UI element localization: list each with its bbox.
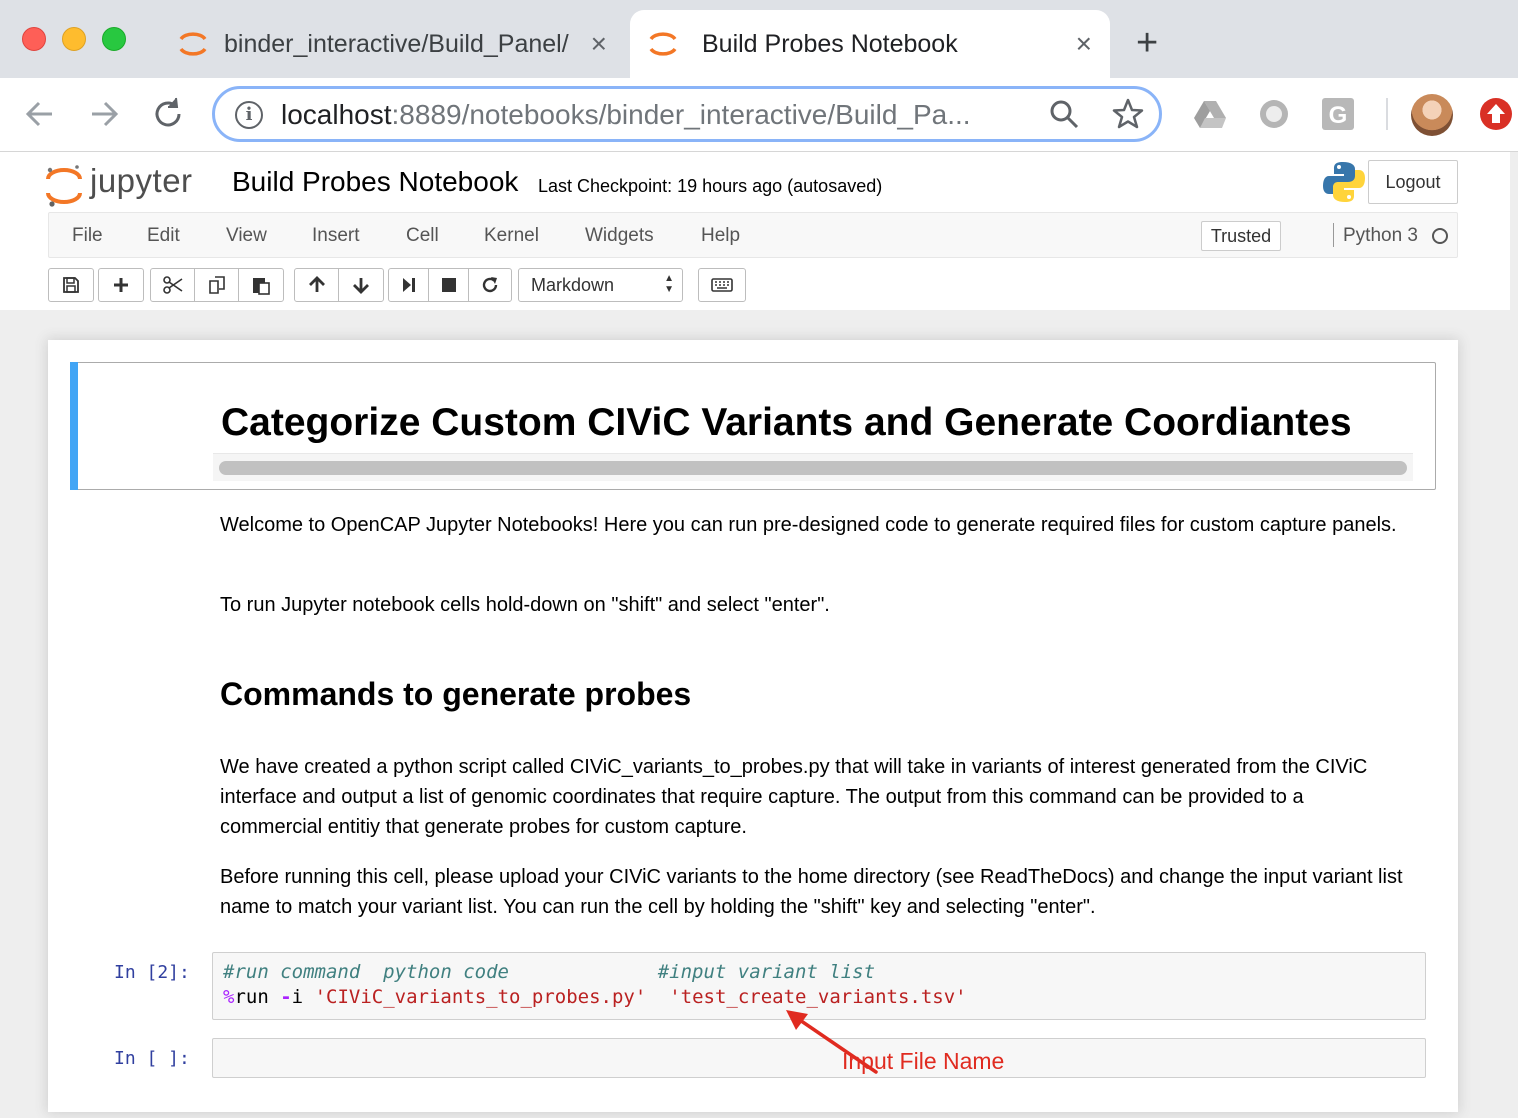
scrollbar-thumb[interactable]	[219, 461, 1407, 475]
paste-button[interactable]	[239, 269, 283, 301]
reload-icon[interactable]	[148, 94, 188, 134]
plus-icon	[114, 278, 128, 292]
restart-icon	[482, 277, 498, 293]
python-logo-icon	[1323, 162, 1365, 202]
bookmark-star-icon[interactable]	[1111, 97, 1145, 131]
save-button[interactable]	[49, 269, 93, 301]
code-line-comment: #run command python code #input variant …	[223, 961, 876, 983]
google-drive-icon[interactable]	[1192, 96, 1228, 132]
menu-cell[interactable]: Cell	[406, 225, 439, 247]
horizontal-scrollbar[interactable]	[213, 453, 1413, 481]
site-info-icon[interactable]: i	[235, 101, 263, 129]
input-prompt: In [2]:	[114, 962, 190, 983]
loom-icon[interactable]	[1256, 96, 1292, 132]
toolbar-group-save	[48, 268, 94, 302]
tab-title: Build Probes Notebook	[702, 29, 958, 58]
jupyter-favicon-icon	[179, 32, 207, 56]
notebook-heading: Categorize Custom CIViC Variants and Gen…	[221, 401, 1352, 444]
command-palette-button[interactable]	[699, 269, 745, 301]
notebook-title[interactable]: Build Probes Notebook	[232, 166, 518, 198]
profile-avatar[interactable]	[1411, 94, 1453, 136]
interrupt-button[interactable]	[429, 269, 469, 301]
toolbar-group-insert	[98, 268, 144, 302]
menu-help[interactable]: Help	[701, 225, 740, 247]
update-arrow-icon[interactable]	[1480, 98, 1512, 130]
toolbar-group-clipboard	[150, 268, 284, 302]
jupyter-logo-text[interactable]: jupyter	[90, 162, 193, 200]
menu-edit[interactable]: Edit	[147, 225, 180, 247]
menu-file[interactable]: File	[72, 225, 103, 247]
cell-selection-bar	[70, 362, 78, 490]
kernel-name[interactable]: Python 3	[1343, 225, 1418, 247]
selected-markdown-cell[interactable]: Categorize Custom CIViC Variants and Gen…	[70, 362, 1436, 490]
url-text: localhost:8889/notebooks/binder_interact…	[281, 99, 971, 130]
jupyter-header: jupyter Build Probes Notebook Last Check…	[0, 152, 1510, 310]
run-button[interactable]	[389, 269, 429, 301]
menu-insert[interactable]: Insert	[312, 225, 360, 247]
cut-button[interactable]	[151, 269, 195, 301]
kernel-idle-indicator	[1432, 228, 1448, 244]
window-minimize-button[interactable]	[62, 27, 86, 51]
address-bar[interactable]: i localhost:8889/notebooks/binder_intera…	[212, 86, 1162, 142]
kernel-divider	[1333, 223, 1334, 247]
toolbar-group-commands	[698, 268, 746, 302]
arrow-up-icon	[308, 276, 325, 292]
toolbar-group-run	[388, 268, 512, 302]
stop-icon	[441, 278, 456, 292]
instruction-paragraph: To run Jupyter notebook cells hold-down …	[220, 594, 830, 616]
tab-close-icon[interactable]: ×	[591, 30, 607, 58]
keyboard-icon	[711, 278, 733, 292]
save-icon	[63, 277, 79, 293]
back-arrow-icon[interactable]	[20, 94, 60, 134]
grammarly-icon[interactable]: G	[1320, 96, 1356, 132]
cell-type-select[interactable]: Markdown ▲ ▼	[518, 268, 683, 302]
intro-paragraph: Welcome to OpenCAP Jupyter Notebooks! He…	[220, 514, 1397, 536]
upload-instruction-paragraph: Before running this cell, please upload …	[220, 866, 1403, 918]
browser-tab-bar: binder_interactive/Build_Panel/ × Build …	[0, 0, 1518, 78]
menu-widgets[interactable]: Widgets	[585, 225, 654, 247]
toolbar-divider	[1386, 98, 1388, 130]
window-zoom-button[interactable]	[102, 27, 126, 51]
copy-button[interactable]	[195, 269, 239, 301]
input-file-name-annotation: Input File Name	[842, 1048, 1005, 1074]
section-heading: Commands to generate probes	[220, 676, 692, 712]
copy-icon	[208, 276, 225, 294]
search-icon[interactable]	[1047, 97, 1081, 131]
menu-view[interactable]: View	[226, 225, 267, 247]
jupyter-favicon-icon	[649, 32, 677, 56]
move-down-button[interactable]	[339, 269, 383, 301]
browser-toolbar: i localhost:8889/notebooks/binder_intera…	[0, 78, 1518, 152]
arrow-down-icon	[353, 278, 369, 294]
step-forward-icon	[402, 278, 415, 292]
tab-close-icon[interactable]: ×	[1076, 30, 1092, 58]
svg-text:G: G	[1329, 102, 1348, 129]
window-close-button[interactable]	[22, 27, 46, 51]
input-prompt-empty: In [ ]:	[114, 1048, 190, 1069]
jupyter-logo-icon[interactable]	[44, 162, 84, 208]
paste-icon	[253, 278, 270, 295]
toolbar-group-move	[294, 268, 384, 302]
move-up-button[interactable]	[295, 269, 339, 301]
restart-button[interactable]	[469, 269, 511, 301]
insert-cell-button[interactable]	[99, 269, 143, 301]
menubar: File Edit View Insert Cell Kernel Widget…	[48, 212, 1458, 258]
forward-arrow-icon[interactable]	[84, 94, 124, 134]
menu-kernel[interactable]: Kernel	[484, 225, 539, 247]
browser-tab-build-panel[interactable]: binder_interactive/Build_Panel/ ×	[160, 10, 625, 78]
logout-button[interactable]: Logout	[1368, 160, 1458, 204]
tab-title: binder_interactive/Build_Panel/	[224, 29, 569, 58]
browser-tab-build-probes[interactable]: Build Probes Notebook ×	[630, 10, 1110, 78]
scissors-icon	[162, 276, 182, 294]
new-tab-button[interactable]: +	[1136, 24, 1158, 62]
checkpoint-status: Last Checkpoint: 19 hours ago (autosaved…	[538, 176, 883, 196]
script-description-paragraph: We have created a python script called C…	[220, 756, 1368, 838]
notebook-container: Categorize Custom CIViC Variants and Gen…	[48, 340, 1458, 1112]
trusted-indicator[interactable]: Trusted	[1201, 221, 1281, 251]
select-arrows-icon: ▲ ▼	[664, 273, 674, 295]
